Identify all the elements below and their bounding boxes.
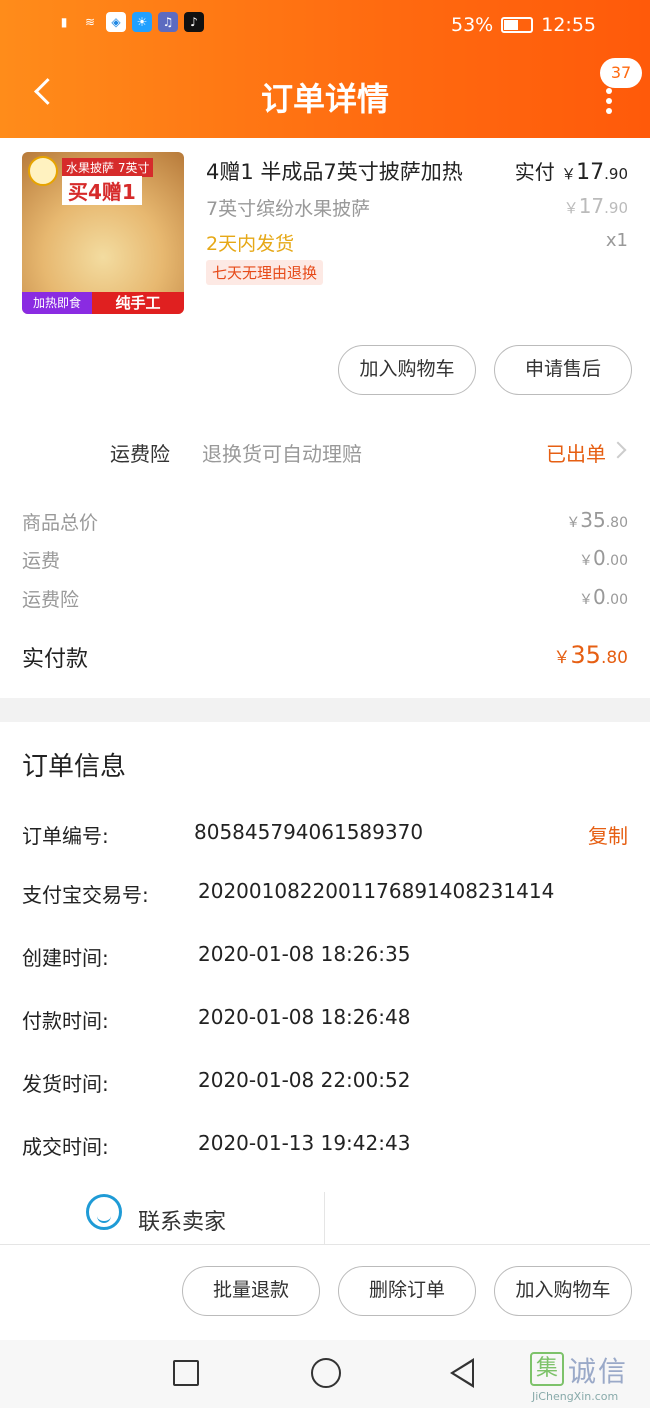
image-tag-right: 纯手工 bbox=[92, 292, 184, 314]
order-number-value: 805845794061589370 bbox=[194, 820, 424, 844]
add-to-cart-button[interactable]: 加入购物车 bbox=[338, 345, 476, 395]
status-bar: ▮ ≋ ◈ ☀ ♫ ♪ 53% 12:55 bbox=[0, 8, 650, 44]
app-icon: ◈ bbox=[106, 12, 126, 32]
created-time-label: 创建时间: bbox=[22, 946, 109, 970]
tiktok-icon: ♪ bbox=[184, 12, 204, 32]
goods-total-value: ￥35.80 bbox=[566, 508, 628, 532]
quantity: x1 bbox=[605, 230, 628, 251]
after-sale-button[interactable]: 申请售后 bbox=[494, 345, 632, 395]
section-divider bbox=[0, 698, 650, 722]
paid-label: 实付 bbox=[514, 160, 555, 184]
alipay-trade-label: 支付宝交易号: bbox=[22, 883, 149, 907]
contact-seller-label: 联系卖家 bbox=[138, 1210, 227, 1235]
watermark-text: 诚信 bbox=[568, 1355, 629, 1388]
paid-time-value: 2020-01-08 18:26:48 bbox=[198, 1005, 411, 1029]
goods-total-label: 商品总价 bbox=[22, 512, 99, 534]
freight-insurance-label: 运费险 bbox=[110, 442, 170, 466]
product-name[interactable]: 4赠1 半成品7英寸披萨加热 bbox=[206, 156, 463, 186]
image-tag-top: 水果披萨 7英寸 bbox=[62, 158, 154, 177]
shipped-time-label: 发货时间: bbox=[22, 1072, 109, 1096]
battery-icon bbox=[501, 17, 534, 33]
orig-dec: .90 bbox=[604, 199, 628, 217]
header-bar: ▮ ≋ ◈ ☀ ♫ ♪ 53% 12:55 订单详情 37 bbox=[0, 0, 650, 138]
image-tag-left: 加热即食 bbox=[22, 292, 92, 314]
brand-logo bbox=[28, 156, 58, 186]
status-icons-left: ▮ ≋ ◈ ☀ ♫ ♪ bbox=[54, 12, 204, 32]
batch-refund-button[interactable]: 批量退款 bbox=[182, 1266, 320, 1316]
battery-percent: 53% bbox=[451, 14, 494, 36]
return-policy-tag: 七天无理由退换 bbox=[206, 260, 324, 285]
orig-int: 17 bbox=[578, 194, 605, 218]
paid-price: 实付 ￥17.90 bbox=[515, 156, 628, 185]
freight-insurance-status[interactable]: 已出单 bbox=[546, 438, 606, 467]
image-tag-main: 买4赠1 bbox=[62, 176, 142, 205]
status-icons-right: 53% 12:55 bbox=[451, 14, 596, 36]
order-number-label: 订单编号: bbox=[22, 824, 109, 848]
freight-insurance-desc: 退换货可自动理赔 bbox=[202, 442, 362, 466]
copy-button[interactable]: 复制 bbox=[588, 820, 628, 849]
shipped-time-value: 2020-01-08 22:00:52 bbox=[198, 1068, 411, 1092]
music-icon: ♫ bbox=[158, 12, 178, 32]
page-title: 订单详情 bbox=[260, 80, 389, 118]
completed-time-label: 成交时间: bbox=[22, 1135, 109, 1159]
product-sku: 7英寸缤纷水果披萨 bbox=[206, 198, 371, 220]
watermark-logo: 集 bbox=[530, 1352, 564, 1386]
created-time-value: 2020-01-08 18:26:35 bbox=[198, 942, 411, 966]
bulb-icon: ☀ bbox=[132, 12, 152, 32]
watermark-url: JiChengXin.com bbox=[532, 1390, 619, 1403]
total-paid-label: 实付款 bbox=[22, 647, 89, 672]
paid-int: 17 bbox=[576, 160, 605, 185]
chevron-right-icon[interactable] bbox=[609, 441, 627, 459]
product-section: 水果披萨 7英寸 买4赠1 加热即食 纯手工 4赠1 半成品7英寸披萨加热 7英… bbox=[0, 138, 650, 698]
shipping-promise: 2天内发货 bbox=[206, 233, 295, 255]
more-icon[interactable] bbox=[606, 88, 612, 114]
delete-order-button[interactable]: 删除订单 bbox=[338, 1266, 476, 1316]
wifi-icon: ≋ bbox=[84, 15, 96, 29]
paid-dec: .90 bbox=[604, 165, 628, 183]
insurance-fee-label: 运费险 bbox=[22, 589, 80, 611]
watermark: 集 诚信 JiChengXin.com bbox=[528, 1348, 646, 1404]
clock: 12:55 bbox=[541, 14, 596, 36]
home-icon[interactable] bbox=[311, 1358, 341, 1388]
vertical-divider bbox=[324, 1192, 325, 1244]
shipping-fee-value: ￥0.00 bbox=[579, 546, 628, 570]
paid-time-label: 付款时间: bbox=[22, 1009, 109, 1033]
original-price: ￥17.90 bbox=[564, 194, 628, 218]
bottom-action-bar: 批量退款 删除订单 加入购物车 bbox=[0, 1245, 650, 1341]
orig-currency: ￥ bbox=[563, 199, 579, 217]
contact-seller-button[interactable]: 联系卖家 bbox=[0, 1192, 325, 1244]
shipping-fee-label: 运费 bbox=[22, 550, 61, 572]
signal-icon: ▮ bbox=[60, 15, 68, 29]
paid-currency: ￥ bbox=[561, 165, 577, 183]
message-count-badge[interactable]: 37 bbox=[600, 58, 642, 88]
completed-time-value: 2020-01-13 19:42:43 bbox=[198, 1131, 411, 1155]
order-info-title: 订单信息 bbox=[22, 752, 127, 782]
total-paid-value: ￥35.80 bbox=[553, 641, 628, 669]
insurance-fee-value: ￥0.00 bbox=[579, 585, 628, 609]
recent-apps-icon[interactable] bbox=[173, 1360, 199, 1386]
system-back-icon[interactable] bbox=[450, 1358, 474, 1388]
alipay-trade-value: 2020010822001176891408231414 bbox=[198, 879, 555, 903]
bottom-add-to-cart-button[interactable]: 加入购物车 bbox=[494, 1266, 632, 1316]
product-image[interactable]: 水果披萨 7英寸 买4赠1 加热即食 纯手工 bbox=[22, 152, 184, 314]
chat-smile-icon bbox=[86, 1194, 122, 1230]
order-info-section: 订单信息 订单编号: 805845794061589370 复制 支付宝交易号:… bbox=[0, 722, 650, 1242]
